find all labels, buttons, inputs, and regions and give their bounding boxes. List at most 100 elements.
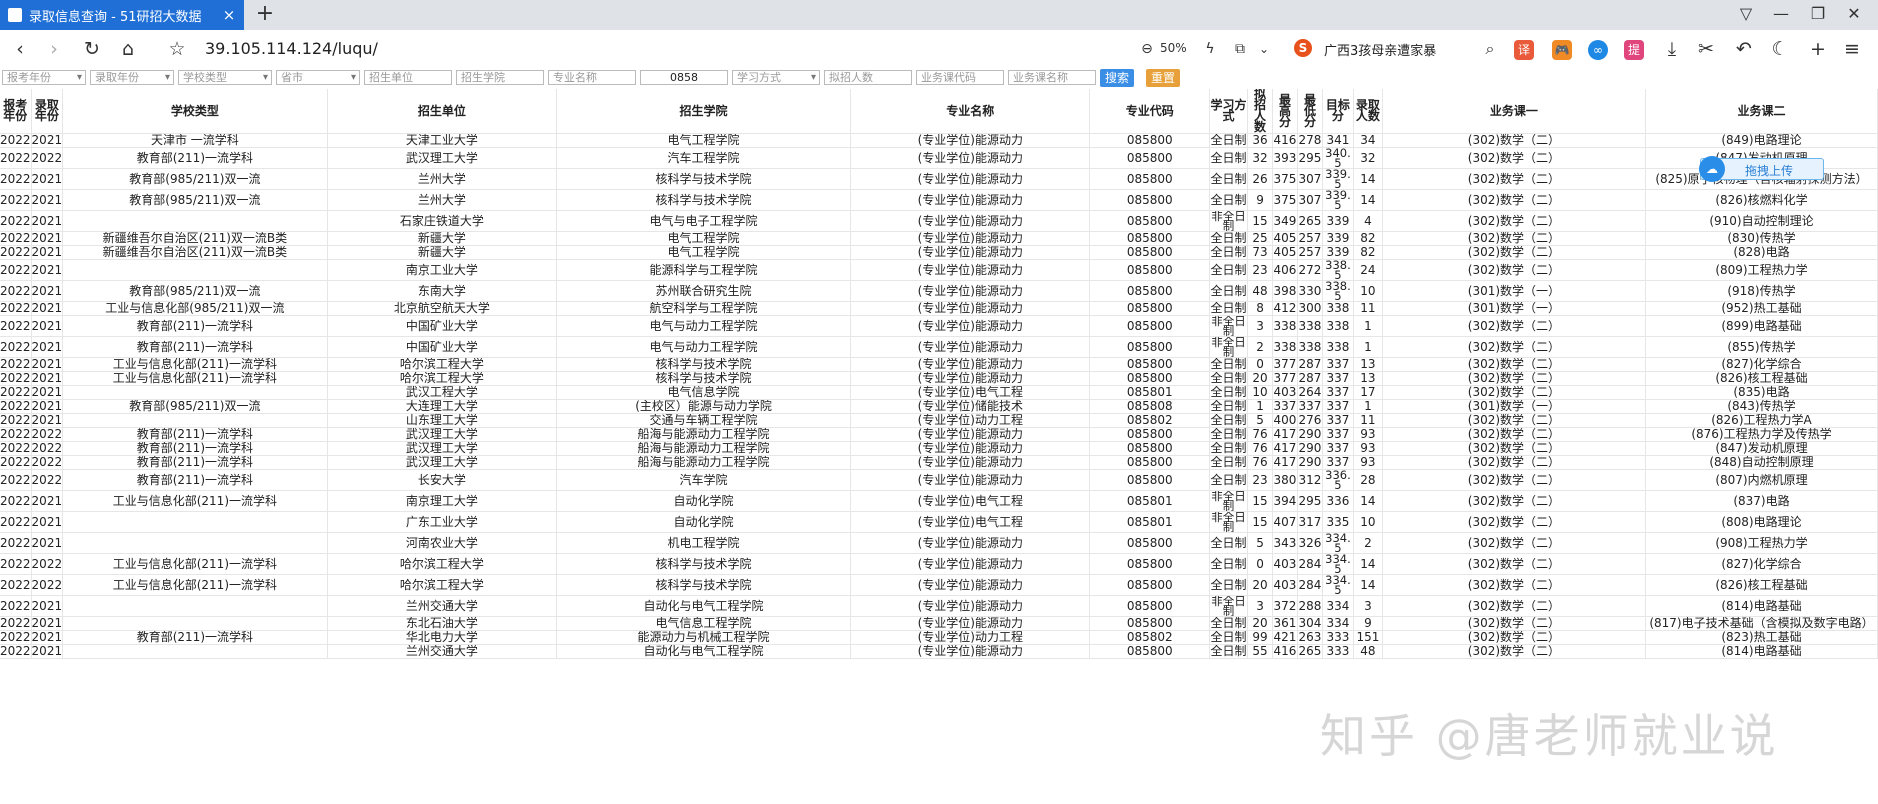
table-row[interactable]: 2022 2021 工业与信息化部(211)一流学科 哈尔滨工程大学 核科学与技术学院(… — [0, 357, 1878, 372]
search-icon[interactable]: ⌕ — [1478, 37, 1502, 61]
table-row[interactable]: 2022 2021 教育部(985/211)双一流 东南大学 苏州联合研究生院 (专业学位… — [0, 280, 1878, 302]
reload-icon[interactable]: ↻ — [80, 37, 104, 61]
table-row[interactable]: 2022 2022 工业与信息化部(211)一流学科 哈尔滨工程大学 核科学与技术学院(… — [0, 574, 1878, 596]
table-row[interactable]: 2022 2021 石家庄铁道大学 电气与电子工程学院 (专业学位)能源动力 085800… — [0, 210, 1878, 232]
table-row[interactable]: 2022 2022 教育部(211)一流学科 武汉理工大学 船海与能源动力工程学院 (专业… — [0, 441, 1878, 456]
table-row[interactable]: 2022 2021 教育部(985/211)双一流 兰州大学 核科学与技术学院 (专业学位… — [0, 168, 1878, 190]
table-row[interactable]: 2022 2021 新疆维吾尔自治区(211)双一流B类 新疆大学 电气工程学院 (专业学… — [0, 231, 1878, 246]
restore-icon[interactable]: ❐ — [1807, 4, 1829, 23]
table-row[interactable]: 2022 2021 兰州交通大学 自动化与电气工程学院 (专业学位)能源动力 085800… — [0, 595, 1878, 617]
undo-icon[interactable]: ↶ — [1732, 37, 1756, 61]
search-engine-icon[interactable]: S — [1294, 39, 1312, 57]
drag-upload-widget[interactable]: ☁ 拖拽上传 — [1699, 156, 1824, 182]
cell-course-two: (826)核燃料化学 — [1645, 189, 1878, 211]
menu-icon[interactable]: ≡ — [1840, 37, 1864, 61]
cell-max-score: 338 — [1272, 336, 1298, 358]
bookmark-star-icon[interactable]: ☆ — [165, 37, 189, 61]
table-row[interactable]: 2022 2022 教育部(211)一流学科 武汉理工大学 汽车工程学院 (专业学位)能源… — [0, 147, 1878, 169]
new-tab-button[interactable]: + — [252, 2, 278, 28]
table-row[interactable]: 2022 2022 教育部(211)一流学科 武汉理工大学 船海与能源动力工程学院 (专业… — [0, 455, 1878, 470]
table-row[interactable]: 2022 2022 工业与信息化部(211)一流学科 哈尔滨工程大学 核科学与技术学院(… — [0, 553, 1878, 575]
cell-major-name: (专业学位)电气工程 — [850, 385, 1091, 400]
address-bar[interactable]: 39.105.114.124/luqu/ — [205, 39, 378, 58]
cell-course-two: (910)自动控制理论 — [1645, 210, 1878, 232]
table-row[interactable]: 2022 2021 兰州交通大学 自动化与电气工程学院 (专业学位)能源动力 085800… — [0, 644, 1878, 659]
table-row[interactable]: 2022 2021 教育部(211)一流学科 中国矿业大学 电气与动力工程学院 (专业学位… — [0, 315, 1878, 337]
active-tab[interactable]: 录取信息查询 - 51研招大数据 × — [0, 0, 244, 30]
cell-school-type: 教育部(211)一流学科 — [62, 427, 328, 442]
table-row[interactable]: 2022 2022 教育部(211)一流学科 长安大学 汽车学院 (专业学位)能源动力 08… — [0, 469, 1878, 491]
cell-max-score: 405 — [1272, 245, 1298, 260]
table-row[interactable]: 2022 2021 东北石油大学 电气信息工程学院 (专业学位)能源动力 085800 全日… — [0, 616, 1878, 631]
school-input[interactable]: 招生单位 — [364, 70, 452, 85]
lightning-icon[interactable]: ϟ — [1198, 37, 1222, 61]
header-study-mode: 学习方式 — [1209, 89, 1249, 134]
table-row[interactable]: 2022 2021 山东理工大学 交通与车辆工程学院 (专业学位)动力工程 085802 全… — [0, 413, 1878, 428]
table-row[interactable]: 2022 2021 教育部(985/211)双一流 大连理工大学 (主校区）能源与动力学… — [0, 399, 1878, 414]
translate-ext-icon[interactable]: 译 — [1514, 40, 1534, 60]
chevron-down-icon[interactable]: ⌄ — [1252, 37, 1276, 61]
table-row[interactable]: 2022 2021 工业与信息化部(211)一流学科 南京理工大学 自动化学院 (专业学位… — [0, 490, 1878, 512]
table-row[interactable]: 2022 2021 工业与信息化部(211)一流学科 哈尔滨工程大学 核科学与技术学院(… — [0, 371, 1878, 386]
table-row[interactable]: 2022 2021 天津市 一流学科 天津工业大学 电气工程学院 (专业学位)能源动力 08… — [0, 133, 1878, 148]
table-row[interactable]: 2022 2022 教育部(211)一流学科 武汉理工大学 船海与能源动力工程学院 (专业… — [0, 427, 1878, 442]
report-year-select[interactable]: 报考年份 — [2, 70, 86, 85]
cell-min-score: 287 — [1297, 357, 1323, 372]
school-type-select[interactable]: 学校类型 — [178, 70, 272, 85]
add-icon[interactable]: + — [1806, 37, 1830, 61]
search-news-text[interactable]: 广西3孩母亲遭家暴 — [1324, 40, 1436, 59]
cell-admit-year: 2021 — [31, 280, 64, 302]
cell-admit-year: 2021 — [31, 168, 64, 190]
table-row[interactable]: 2022 2021 教育部(985/211)双一流 兰州大学 核科学与技术学院 (专业学位… — [0, 189, 1878, 211]
cell-study-mode: 全日制 — [1209, 441, 1249, 456]
browser-toolbar: ‹ › ↻ ⌂ ☆ 39.105.114.124/luqu/ ⊖ 50% ϟ ⧉… — [0, 30, 1878, 69]
pin-icon[interactable]: ▽ — [1735, 4, 1757, 23]
course-code-input[interactable]: 业务课代码 — [916, 70, 1004, 85]
cell-min-score: 326 — [1297, 532, 1323, 554]
cell-plan-num: 2 — [1247, 336, 1273, 358]
table-row[interactable]: 2022 2021 河南农业大学 机电工程学院 (专业学位)能源动力 085800 全日制 5… — [0, 532, 1878, 554]
scissors-icon[interactable]: ✂ — [1694, 37, 1718, 61]
course-name-input[interactable]: 业务课名称 — [1008, 70, 1096, 85]
search-button[interactable]: 搜索 — [1100, 69, 1134, 87]
reset-button[interactable]: 重置 — [1146, 69, 1180, 87]
infinity-ext-icon[interactable]: ∞ — [1588, 40, 1608, 60]
night-mode-icon[interactable]: ☾ — [1768, 37, 1792, 61]
minimize-icon[interactable]: — — [1770, 4, 1792, 23]
cast-icon[interactable]: ⧉ — [1228, 37, 1252, 61]
cell-course-two: (807)内燃机原理 — [1645, 469, 1878, 491]
table-row[interactable]: 2022 2021 武汉工程大学 电气信息学院 (专业学位)电气工程 085801 全日制 1… — [0, 385, 1878, 400]
game-ext-icon[interactable]: 🎮 — [1552, 40, 1572, 60]
study-mode-select[interactable]: 学习方式 — [732, 70, 820, 85]
home-icon[interactable]: ⌂ — [116, 37, 140, 61]
cell-course-one: (302)数学（二） — [1382, 133, 1646, 148]
major-name-input[interactable]: 专业名称 — [548, 70, 636, 85]
cell-school: 石家庄铁道大学 — [327, 210, 557, 232]
cell-major-code: 085800 — [1089, 280, 1211, 302]
major-code-input[interactable]: 0858 — [640, 70, 728, 85]
cell-course-two: (823)热工基础 — [1645, 630, 1878, 645]
province-select[interactable]: 省市 — [276, 70, 360, 85]
admit-year-select[interactable]: 录取年份 — [90, 70, 174, 85]
zoom-level[interactable]: 50% — [1160, 41, 1187, 55]
cell-report-year: 2022 — [0, 441, 32, 456]
table-row[interactable]: 2022 2021 广东工业大学 自动化学院 (专业学位)电气工程 085801 非全日制 1… — [0, 511, 1878, 533]
tab-close-icon[interactable]: × — [220, 6, 238, 24]
cell-max-score: 349 — [1272, 210, 1298, 232]
back-icon[interactable]: ‹ — [8, 37, 32, 61]
table-row[interactable]: 2022 2021 工业与信息化部(985/211)双一流 北京航空航天大学 航空科学与… — [0, 301, 1878, 316]
cell-admit-year: 2022 — [31, 553, 64, 575]
forward-icon[interactable]: › — [42, 37, 66, 61]
plan-num-input[interactable]: 拟招人数 — [824, 70, 912, 85]
download-icon[interactable]: ⤓ — [1660, 37, 1684, 61]
extract-ext-icon[interactable]: 提 — [1624, 40, 1644, 60]
college-input[interactable]: 招生学院 — [456, 70, 544, 85]
table-row[interactable]: 2022 2021 新疆维吾尔自治区(211)双一流B类 新疆大学 电气工程学院 (专业学… — [0, 245, 1878, 260]
table-row[interactable]: 2022 2021 教育部(211)一流学科 中国矿业大学 电气与动力工程学院 (专业学位… — [0, 336, 1878, 358]
table-row[interactable]: 2022 2021 教育部(211)一流学科 华北电力大学 能源动力与机械工程学院 (专业… — [0, 630, 1878, 645]
close-window-icon[interactable]: ✕ — [1843, 4, 1865, 23]
cell-school-type: 工业与信息化部(211)一流学科 — [62, 574, 328, 596]
table-row[interactable]: 2022 2021 南京工业大学 能源科学与工程学院 (专业学位)能源动力 085800 全… — [0, 259, 1878, 281]
header-course-one: 业务课一 — [1382, 89, 1646, 134]
cell-study-mode: 全日制 — [1209, 413, 1249, 428]
